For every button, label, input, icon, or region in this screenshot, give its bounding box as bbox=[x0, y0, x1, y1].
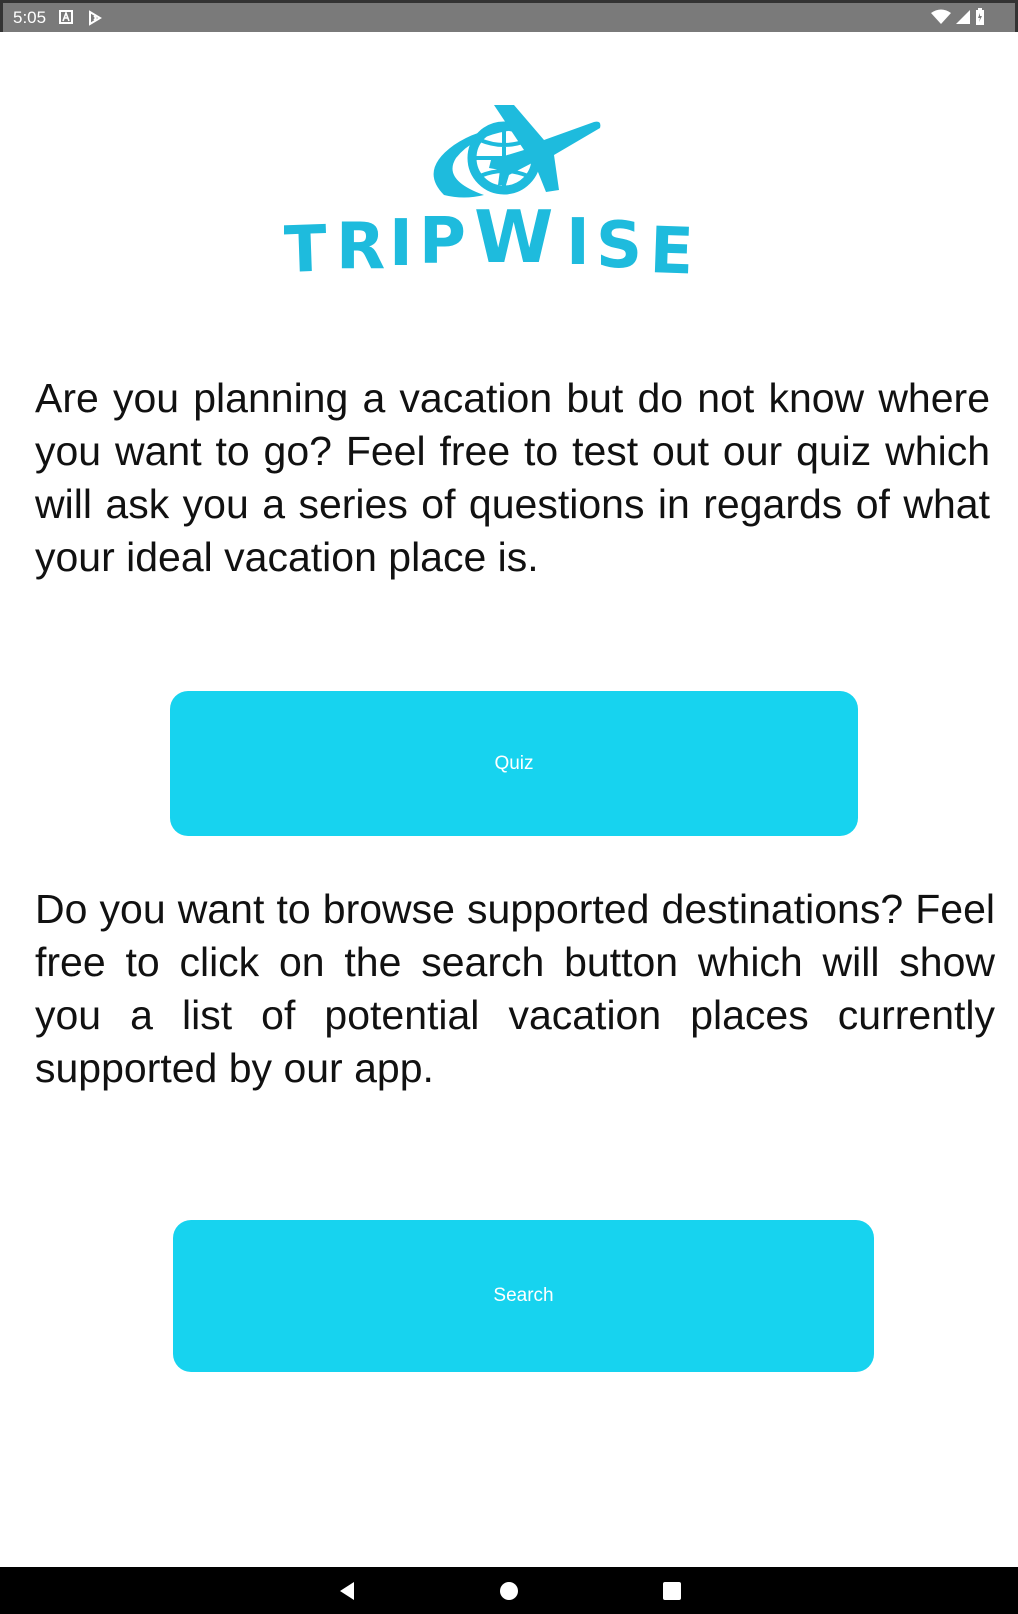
status-right-icons bbox=[931, 7, 985, 31]
home-icon[interactable] bbox=[498, 1580, 520, 1602]
search-button[interactable]: Search bbox=[173, 1220, 874, 1372]
quiz-button[interactable]: Quiz bbox=[170, 691, 858, 836]
svg-text:E: E bbox=[648, 214, 694, 289]
main-screen: 5:05 T R I P W I S E Are you planning a … bbox=[0, 0, 1018, 1614]
svg-text:P: P bbox=[419, 205, 466, 279]
tripwise-logo: T R I P W I S E bbox=[282, 100, 754, 290]
wifi-icon bbox=[931, 9, 951, 30]
search-button-label: Search bbox=[493, 1285, 554, 1306]
svg-text:I: I bbox=[389, 207, 413, 281]
svg-text:R: R bbox=[336, 210, 385, 284]
svg-text:T: T bbox=[284, 212, 329, 287]
back-icon[interactable] bbox=[336, 1580, 358, 1602]
battery-icon bbox=[975, 7, 985, 31]
quiz-description: Are you planning a vacation but do not k… bbox=[35, 375, 990, 580]
globe-plane-icon bbox=[433, 105, 601, 198]
svg-text:I: I bbox=[566, 206, 590, 280]
a-notification-icon bbox=[59, 10, 75, 26]
play-store-icon bbox=[87, 10, 103, 26]
quiz-button-label: Quiz bbox=[494, 752, 534, 774]
svg-text:W: W bbox=[474, 195, 553, 279]
svg-text:S: S bbox=[596, 209, 642, 283]
recents-icon[interactable] bbox=[661, 1580, 683, 1602]
search-description: Do you want to browse supported destinat… bbox=[35, 886, 995, 1091]
status-bar: 5:05 bbox=[0, 0, 1018, 32]
tripwise-wordmark: T R I P W I S E bbox=[282, 195, 695, 290]
signal-icon bbox=[955, 9, 971, 30]
status-time: 5:05 bbox=[13, 8, 47, 27]
navigation-bar bbox=[0, 1567, 1018, 1614]
